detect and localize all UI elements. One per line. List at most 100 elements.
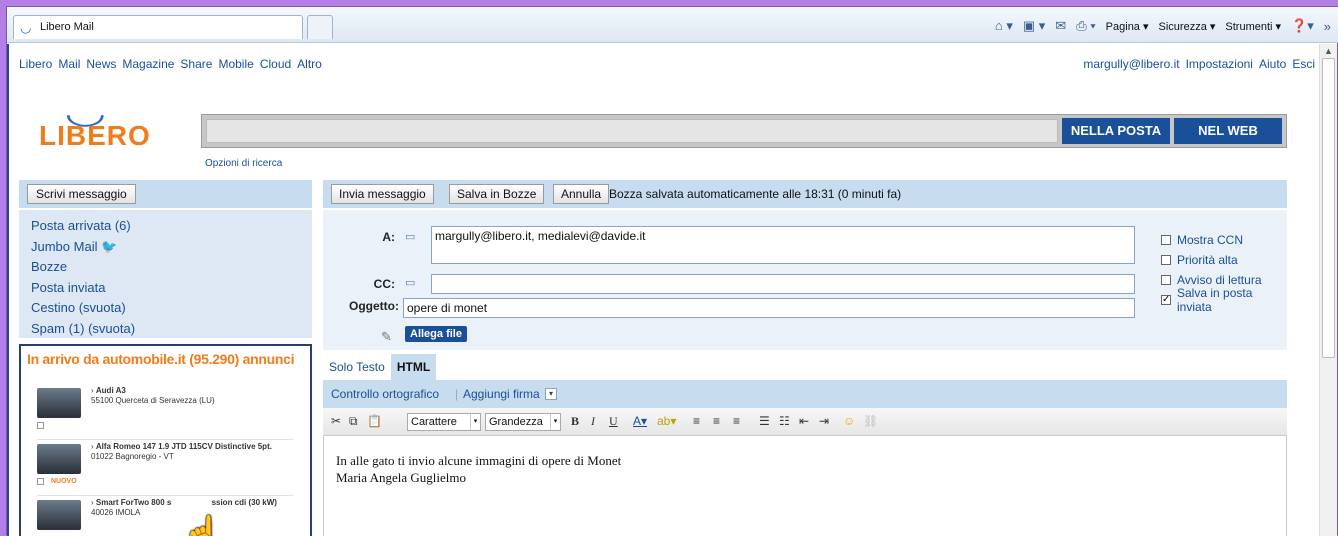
ad-car-item[interactable]: › Smart ForTwo 800 s ssion cdi (30 kW) 40… [37, 496, 293, 536]
car-photo [37, 500, 81, 530]
scrollbar-thumb[interactable] [1322, 58, 1335, 358]
underline-icon[interactable]: U [609, 414, 618, 429]
mail-icon[interactable]: ✉ [1055, 18, 1066, 34]
nav-mobile[interactable]: Mobile [218, 57, 253, 71]
car-name: Audi A3 [95, 386, 126, 395]
size-select[interactable]: Grandezza ▾ [485, 413, 561, 431]
folder-sent[interactable]: Posta inviata [31, 278, 312, 299]
compose-options: Mostra CCN Priorità alta Avviso di lettu… [1161, 230, 1287, 314]
copy-icon[interactable]: ⧉ [349, 414, 358, 429]
attach-file-button[interactable]: Allega file [405, 326, 467, 342]
help-link[interactable]: Aiuto [1259, 57, 1286, 71]
send-button[interactable]: Invia messaggio [331, 184, 434, 204]
bold-icon[interactable]: B [571, 414, 579, 429]
checkbox[interactable] [1161, 255, 1171, 265]
link-icon[interactable]: ⛓ [863, 414, 878, 428]
folder-trash[interactable]: Cestino (svuota) [31, 298, 312, 319]
menu-pagina[interactable]: Pagina ▾ [1106, 20, 1149, 33]
logout-link[interactable]: Esci [1292, 57, 1315, 71]
new-badge: NUOVO [51, 478, 77, 485]
nav-news[interactable]: News [86, 57, 116, 71]
nav-share[interactable]: Share [180, 57, 212, 71]
editor-actions-bar: Controllo ortografico | Aggiungi firma ▾ [323, 380, 1287, 408]
align-right-icon[interactable]: ≡ [733, 414, 740, 428]
car-checkbox[interactable] [37, 422, 44, 429]
car-checkbox[interactable] [37, 478, 44, 485]
libero-logo[interactable]: ◡ LIBERO [39, 96, 169, 156]
folder-spam[interactable]: Spam (1) (svuota) [31, 319, 312, 340]
tab-title: Libero Mail [40, 21, 94, 33]
folder-drafts[interactable]: Bozze [31, 257, 312, 278]
numbered-list-icon[interactable]: ☷ [779, 414, 790, 428]
nav-cloud[interactable]: Cloud [260, 57, 291, 71]
folder-inbox[interactable]: Posta arrivata (6) [31, 216, 312, 237]
highlight-icon[interactable]: ab▾ [657, 414, 676, 428]
cut-icon[interactable]: ✂ [331, 414, 341, 428]
indent-icon[interactable]: ⇥ [819, 414, 829, 428]
browser-window: ◡ Libero Mail ⌂ ▾ ▣ ▾ ✉ ⎙ ▾ Pagina ▾ Sic… [6, 6, 1338, 536]
add-signature-link[interactable]: Aggiungi firma [463, 387, 540, 401]
scroll-up-icon[interactable]: ▲ [1324, 46, 1333, 56]
address-book-icon[interactable]: ▭ [405, 230, 415, 243]
subject-field[interactable]: opere di monet [403, 298, 1135, 318]
feeds-icon[interactable]: ▣ ▾ [1023, 18, 1045, 34]
message-body-editor[interactable]: In alle gato ti invio alcune immagini di… [323, 436, 1287, 536]
car-location: 55100 Querceta di Seravezza (LU) [91, 396, 215, 405]
print-icon[interactable]: ⎙ ▾ [1076, 18, 1095, 34]
overflow-chevron-icon[interactable]: » [1324, 19, 1331, 34]
search-web-button[interactable]: NEL WEB [1174, 118, 1282, 144]
option-high-priority[interactable]: Priorità alta [1161, 250, 1287, 270]
cc-field[interactable] [431, 274, 1135, 294]
ad-car-item[interactable]: › Alfa Romeo 147 1.9 JTD 115CV Distincti… [37, 440, 293, 496]
search-input[interactable] [206, 119, 1058, 143]
option-show-bcc[interactable]: Mostra CCN [1161, 230, 1287, 250]
ad-title: In arrivo da automobile.it (95.290) annu… [27, 351, 295, 367]
paste-icon[interactable]: 📋 [367, 414, 382, 428]
nav-magazine[interactable]: Magazine [122, 57, 174, 71]
search-mail-button[interactable]: NELLA POSTA [1062, 118, 1170, 144]
separator: | [455, 387, 459, 401]
outdent-icon[interactable]: ⇤ [799, 414, 809, 428]
nav-libero[interactable]: Libero [19, 57, 52, 71]
search-options-link[interactable]: Opzioni di ricerca [205, 158, 282, 169]
car-ad-banner[interactable]: In arrivo da automobile.it (95.290) annu… [19, 344, 312, 536]
align-left-icon[interactable]: ≡ [693, 414, 700, 428]
tab-plain-text[interactable]: Solo Testo [323, 354, 391, 380]
user-links: margully@libero.it Impostazioni Aiuto Es… [1083, 57, 1315, 71]
signature-dropdown-icon[interactable]: ▾ [545, 388, 557, 400]
font-color-icon[interactable]: A▾ [633, 414, 647, 428]
menu-strumenti[interactable]: Strumenti ▾ [1225, 20, 1281, 33]
checkbox[interactable] [1161, 275, 1171, 285]
menu-sicurezza[interactable]: Sicurezza ▾ [1159, 20, 1216, 33]
bullet-list-icon[interactable]: ☰ [759, 414, 770, 428]
checkbox[interactable] [1161, 235, 1171, 245]
user-email-link[interactable]: margully@libero.it [1083, 57, 1179, 71]
compose-button[interactable]: Scrivi messaggio [27, 184, 136, 204]
browser-tab[interactable]: ◡ Libero Mail [13, 15, 303, 39]
italic-icon[interactable]: I [591, 414, 595, 429]
ad-car-item[interactable]: › Audi A3 55100 Querceta di Seravezza (LU… [37, 384, 293, 440]
subject-label: Oggetto: [349, 299, 399, 313]
font-select[interactable]: Carattere ▾ [407, 413, 481, 431]
car-photo [37, 388, 81, 418]
cancel-button[interactable]: Annulla [553, 184, 610, 204]
option-save-sent[interactable]: ✓ Salva in posta inviata [1161, 286, 1287, 314]
settings-link[interactable]: Impostazioni [1186, 57, 1253, 71]
cc-address-book-icon[interactable]: ▭ [405, 276, 415, 289]
help-icon[interactable]: ❓▾ [1291, 18, 1314, 34]
emoticon-icon[interactable]: ☺ [843, 414, 855, 428]
spellcheck-link[interactable]: Controllo ortografico [331, 387, 439, 401]
home-icon[interactable]: ⌂ ▾ [995, 18, 1013, 34]
vertical-scrollbar[interactable]: ▲ [1319, 44, 1337, 536]
folder-jumbo-mail[interactable]: Jumbo Mail 🐦 [31, 237, 312, 258]
to-field[interactable]: margully@libero.it, medialevi@davide.it [431, 226, 1135, 264]
nav-altro[interactable]: Altro [297, 57, 322, 71]
tab-html[interactable]: HTML [390, 354, 437, 380]
car-name-tail: ssion cdi (30 kW) [211, 498, 277, 507]
new-tab-button[interactable] [307, 15, 333, 39]
checkbox-checked[interactable]: ✓ [1161, 295, 1171, 305]
save-draft-button[interactable]: Salva in Bozze [449, 184, 545, 204]
nav-mail[interactable]: Mail [58, 57, 80, 71]
car-name: Alfa Romeo 147 1.9 JTD 115CV Distinctive… [95, 442, 272, 451]
align-center-icon[interactable]: ≡ [713, 414, 720, 428]
